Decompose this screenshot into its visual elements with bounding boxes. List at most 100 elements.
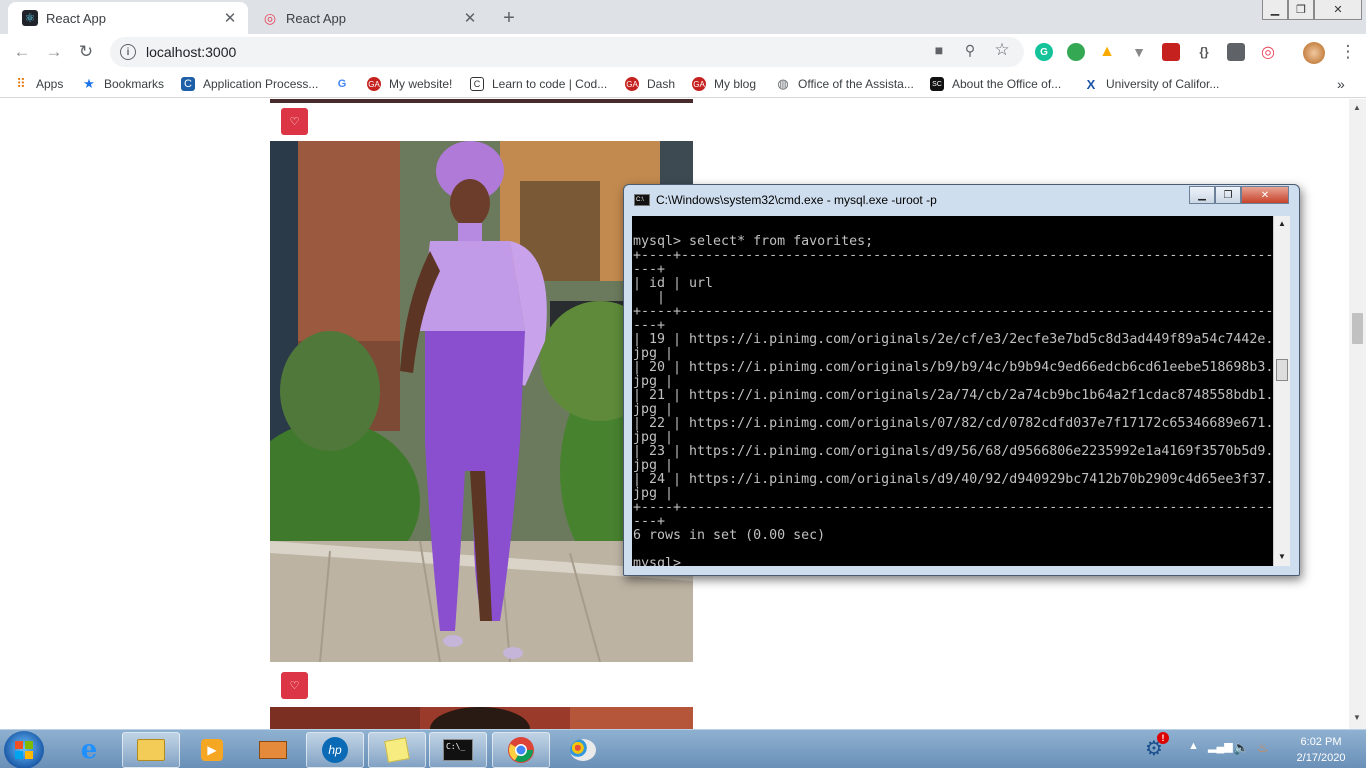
start-button[interactable] xyxy=(4,731,44,768)
tab-title: React App xyxy=(286,10,346,26)
cmd-close-button[interactable]: ✕ xyxy=(1241,186,1289,204)
next-favorite-image xyxy=(270,707,693,729)
volume-icon[interactable]: 🔈 xyxy=(1233,740,1249,756)
app-favicon-icon: ◎ xyxy=(263,9,277,26)
close-window-button[interactable]: ✕ xyxy=(1314,0,1362,20)
bookmarks-bar: ⠿ Apps ★ Bookmarks C Application Process...… xyxy=(0,70,1366,98)
green-extension-icon[interactable] xyxy=(1067,43,1085,61)
new-tab-button[interactable]: + xyxy=(496,6,522,30)
react-favicon-icon: ⚛ xyxy=(22,10,38,26)
internet-explorer-icon[interactable]: e xyxy=(60,732,118,768)
vue-extension-icon[interactable]: ▼ xyxy=(1130,43,1148,61)
c-logo-icon: C xyxy=(181,77,195,91)
tab-react-app-2[interactable]: ◎ React App ✕ xyxy=(248,2,488,34)
heart-icon: ♡ xyxy=(289,116,300,128)
paint-icon[interactable] xyxy=(554,732,612,768)
ga-logo-icon: GA xyxy=(625,77,639,91)
google-icon: G xyxy=(337,78,347,90)
like-button[interactable]: ♡ xyxy=(281,672,308,699)
menu-kebab-icon[interactable]: ⋮ xyxy=(1336,40,1360,64)
bookmark-star-icon[interactable]: ☆ xyxy=(993,40,1011,59)
zoom-icon[interactable]: ⚲ xyxy=(961,41,979,59)
console-scrollbar-thumb[interactable] xyxy=(1276,359,1288,381)
close-tab-icon[interactable]: ✕ xyxy=(462,10,478,27)
windows-taskbar: e ▶ hp C:\_ ⚙! ▲ ▂▄▆ 🔈 ♨ 6:02 PM 2/17/20… xyxy=(0,729,1366,768)
reload-icon[interactable]: ↻ xyxy=(74,40,98,64)
grammarly-extension-icon[interactable]: G xyxy=(1035,43,1053,61)
info-icon[interactable]: i xyxy=(120,44,136,60)
close-tab-icon[interactable]: ✕ xyxy=(222,10,238,27)
minimize-button[interactable]: ▁ xyxy=(1262,0,1288,20)
show-hidden-icons-icon[interactable]: ▲ xyxy=(1188,740,1199,752)
bookmark-about-office[interactable]: SC About the Office of... xyxy=(930,76,1061,92)
slideshow-app-icon[interactable] xyxy=(244,732,302,768)
browser-toolbar: ← → ↻ i localhost:3000 ■ ⚲ ☆ G ▲ ▼ {} ◎ … xyxy=(0,34,1366,70)
command-prompt-icon[interactable]: C:\_ xyxy=(429,732,487,768)
notification-alert-icon[interactable]: ⚙! xyxy=(1145,732,1169,761)
codecademy-icon: C xyxy=(470,77,484,91)
console-scroll-down-icon[interactable]: ▼ xyxy=(1278,552,1286,561)
like-button[interactable]: ♡ xyxy=(281,108,308,135)
forward-arrow-icon[interactable]: → xyxy=(42,40,66,64)
target-extension-icon[interactable]: ◎ xyxy=(1259,43,1277,61)
scroll-down-arrow-icon[interactable]: ▼ xyxy=(1353,713,1361,722)
page-scrollbar[interactable]: ▲ ▼ xyxy=(1349,99,1366,729)
console-output[interactable]: mysql> select* from favorites; +----+---… xyxy=(632,216,1273,566)
red-extension-icon[interactable] xyxy=(1162,43,1180,61)
more-bookmarks-icon[interactable]: » xyxy=(1337,76,1345,92)
clock-time: 6:02 PM xyxy=(1300,736,1342,748)
bookmark-my-blog[interactable]: GA My blog xyxy=(692,76,756,92)
scroll-up-arrow-icon[interactable]: ▲ xyxy=(1353,103,1361,112)
code-extension-icon[interactable]: {} xyxy=(1195,43,1213,61)
tab-title: React App xyxy=(46,10,106,26)
cmd-title: C:\Windows\system32\cmd.exe - mysql.exe … xyxy=(656,193,937,207)
cmd-window[interactable]: C:\ C:\Windows\system32\cmd.exe - mysql.… xyxy=(623,184,1300,576)
bookmark-dash[interactable]: GA Dash xyxy=(625,76,675,92)
address-bar[interactable]: i localhost:3000 xyxy=(110,37,1024,67)
console-scrollbar[interactable]: ▲ ▼ xyxy=(1273,216,1290,566)
sticky-notes-icon[interactable] xyxy=(368,732,426,768)
x-logo-icon: X xyxy=(1086,76,1096,92)
gray-extension-icon[interactable] xyxy=(1227,43,1245,61)
previous-image-bottom xyxy=(270,99,693,103)
bookmark-learn-to-code[interactable]: C Learn to code | Cod... xyxy=(470,76,607,92)
file-explorer-icon[interactable] xyxy=(122,732,180,768)
sc-gov-icon: SC xyxy=(930,77,944,91)
bookmark-apps[interactable]: ⠿ Apps xyxy=(14,76,63,92)
scrollbar-thumb[interactable] xyxy=(1352,313,1363,344)
network-signal-icon[interactable]: ▂▄▆ xyxy=(1208,740,1233,753)
camera-blocked-icon[interactable]: ■ xyxy=(930,41,948,59)
windows-logo-icon xyxy=(15,741,33,759)
tab-react-app-1[interactable]: ⚛ React App ✕ xyxy=(8,2,248,34)
ga-logo-icon: GA xyxy=(367,77,381,91)
ga-logo-icon: GA xyxy=(692,77,706,91)
cmd-minimize-button[interactable]: ▁ xyxy=(1189,186,1215,204)
clock-date: 2/17/2020 xyxy=(1296,752,1346,764)
tab-strip: ⚛ React App ✕ ◎ React App ✕ + ▁ ❐ ✕ xyxy=(0,0,1366,34)
warning-extension-icon[interactable]: ▲ xyxy=(1098,43,1116,61)
cmd-maximize-button[interactable]: ❐ xyxy=(1215,186,1241,204)
media-player-icon[interactable]: ▶ xyxy=(183,732,241,768)
bookmark-office-assistant[interactable]: ◍ Office of the Assista... xyxy=(776,76,914,92)
maximize-button[interactable]: ❐ xyxy=(1288,0,1314,20)
chrome-logo xyxy=(508,737,534,763)
apps-grid-icon: ⠿ xyxy=(16,76,26,91)
console-scroll-up-icon[interactable]: ▲ xyxy=(1278,219,1286,228)
heart-icon: ♡ xyxy=(289,680,300,692)
bookmark-google[interactable]: G xyxy=(335,76,357,92)
bookmark-my-website[interactable]: GA My website! xyxy=(367,76,452,92)
hp-logo: hp xyxy=(322,737,348,763)
address-text: localhost:3000 xyxy=(146,44,237,60)
bookmark-application-process[interactable]: C Application Process... xyxy=(181,76,318,92)
back-arrow-icon[interactable]: ← xyxy=(10,40,34,64)
bookmark-university[interactable]: X University of Califor... xyxy=(1084,76,1220,92)
profile-avatar[interactable] xyxy=(1303,42,1325,64)
console-text: mysql> select* from favorites; +----+---… xyxy=(633,234,1273,567)
system-clock[interactable]: 6:02 PM 2/17/2020 xyxy=(1283,734,1359,766)
power-icon[interactable]: ♨ xyxy=(1257,740,1269,756)
chrome-icon[interactable] xyxy=(492,732,550,768)
cmd-icon: C:\ xyxy=(634,194,650,206)
hp-app-icon[interactable]: hp xyxy=(306,732,364,768)
bookmark-bookmarks[interactable]: ★ Bookmarks xyxy=(82,76,164,92)
star-icon: ★ xyxy=(83,76,95,91)
